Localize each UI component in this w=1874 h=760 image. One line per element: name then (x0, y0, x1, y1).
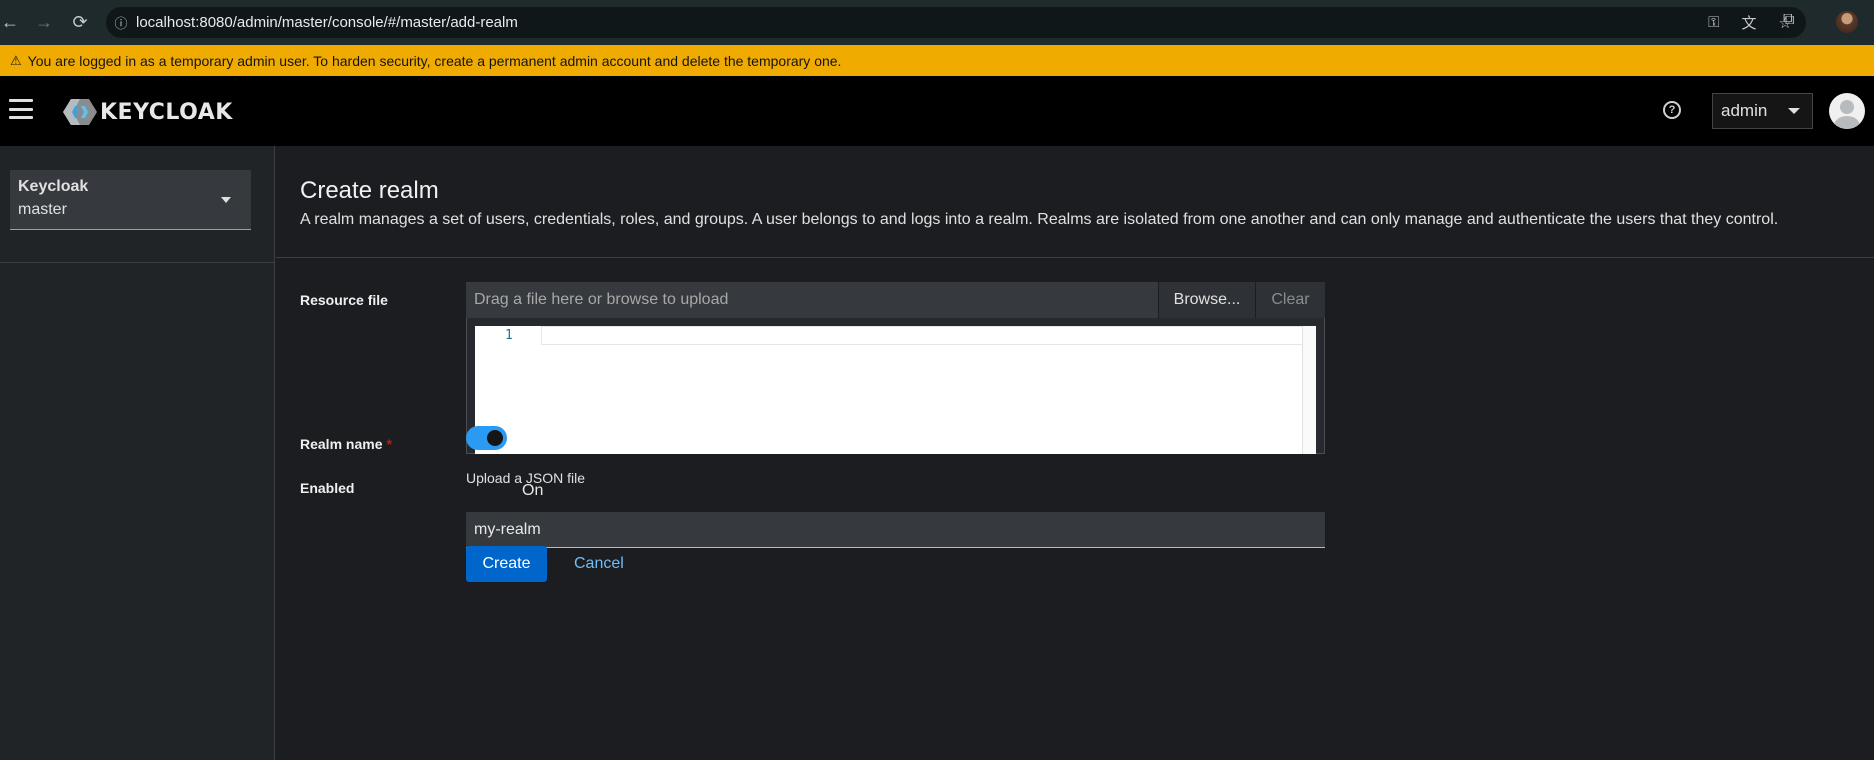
main-content: Create realm A realm manages a set of us… (276, 146, 1874, 760)
file-upload-input[interactable]: Drag a file here or browse to upload (466, 282, 1158, 318)
extensions-icon[interactable]: ⧉ (1783, 11, 1794, 29)
logo-text: KEYCLOAK (100, 99, 233, 125)
page-title: Create realm (300, 177, 439, 204)
reload-icon[interactable]: ⟳ (60, 0, 100, 45)
browser-toolbar: ← → ⟳ ⓘ localhost:8080/admin/master/cons… (0, 0, 1874, 45)
realm-selector-value: master (18, 201, 67, 218)
realm-selector[interactable]: Keycloak master (10, 170, 251, 230)
cancel-button[interactable]: Cancel (574, 546, 624, 582)
forward-icon[interactable]: → (24, 0, 64, 45)
address-bar[interactable]: ⓘ localhost:8080/admin/master/console/#/… (106, 7, 1806, 38)
password-key-icon[interactable]: ⚿ (1708, 14, 1719, 31)
avatar[interactable] (1829, 93, 1865, 129)
browser-profile-avatar[interactable] (1836, 11, 1858, 33)
sidebar: Keycloak master (0, 146, 275, 760)
temporary-admin-banner: ⚠ You are logged in as a temporary admin… (0, 45, 1874, 76)
json-editor-container: 1 (466, 318, 1325, 454)
create-button[interactable]: Create (466, 546, 547, 582)
realm-name-label-text: Realm name (300, 436, 383, 452)
back-icon[interactable]: ← (0, 0, 20, 45)
enabled-label: Enabled (300, 480, 355, 496)
line-number: 1 (505, 328, 513, 343)
page-header: Create realm A realm manages a set of us… (276, 146, 1874, 258)
translate-icon[interactable]: 文 (1742, 12, 1757, 33)
keycloak-logo-icon (63, 99, 97, 125)
warning-icon: ⚠ (10, 52, 22, 68)
editor-current-line[interactable] (541, 326, 1304, 345)
help-icon[interactable]: ? (1663, 101, 1681, 119)
banner-text: You are logged in as a temporary admin u… (27, 52, 842, 69)
sidebar-divider (0, 262, 275, 263)
caret-down-icon (1788, 108, 1800, 114)
realm-selector-title: Keycloak (18, 178, 89, 195)
url-text[interactable]: localhost:8080/admin/master/console/#/ma… (136, 14, 518, 31)
realm-name-label: Realm name * (300, 436, 392, 452)
user-dropdown[interactable]: admin (1712, 93, 1813, 129)
enabled-switch[interactable] (466, 426, 507, 450)
switch-knob (487, 430, 503, 446)
caret-down-icon (221, 197, 231, 203)
file-upload: Drag a file here or browse to upload Bro… (466, 282, 1325, 318)
page-description: A realm manages a set of users, credenti… (300, 211, 1779, 228)
site-info-icon[interactable]: ⓘ (106, 13, 136, 32)
browse-button[interactable]: Browse... (1158, 282, 1255, 318)
json-code-editor[interactable]: 1 (475, 326, 1316, 454)
hamburger-menu-icon[interactable] (9, 99, 33, 119)
enabled-switch-label: On (522, 482, 544, 499)
keycloak-logo[interactable]: KEYCLOAK (62, 98, 233, 126)
editor-scrollbar[interactable] (1302, 326, 1316, 454)
user-dropdown-label: admin (1721, 101, 1768, 120)
clear-button[interactable]: Clear (1255, 282, 1325, 318)
realm-name-input[interactable]: my-realm (466, 512, 1325, 548)
resource-file-label: Resource file (300, 292, 388, 308)
masthead: KEYCLOAK ? admin (0, 76, 1874, 146)
required-asterisk: * (386, 436, 392, 452)
